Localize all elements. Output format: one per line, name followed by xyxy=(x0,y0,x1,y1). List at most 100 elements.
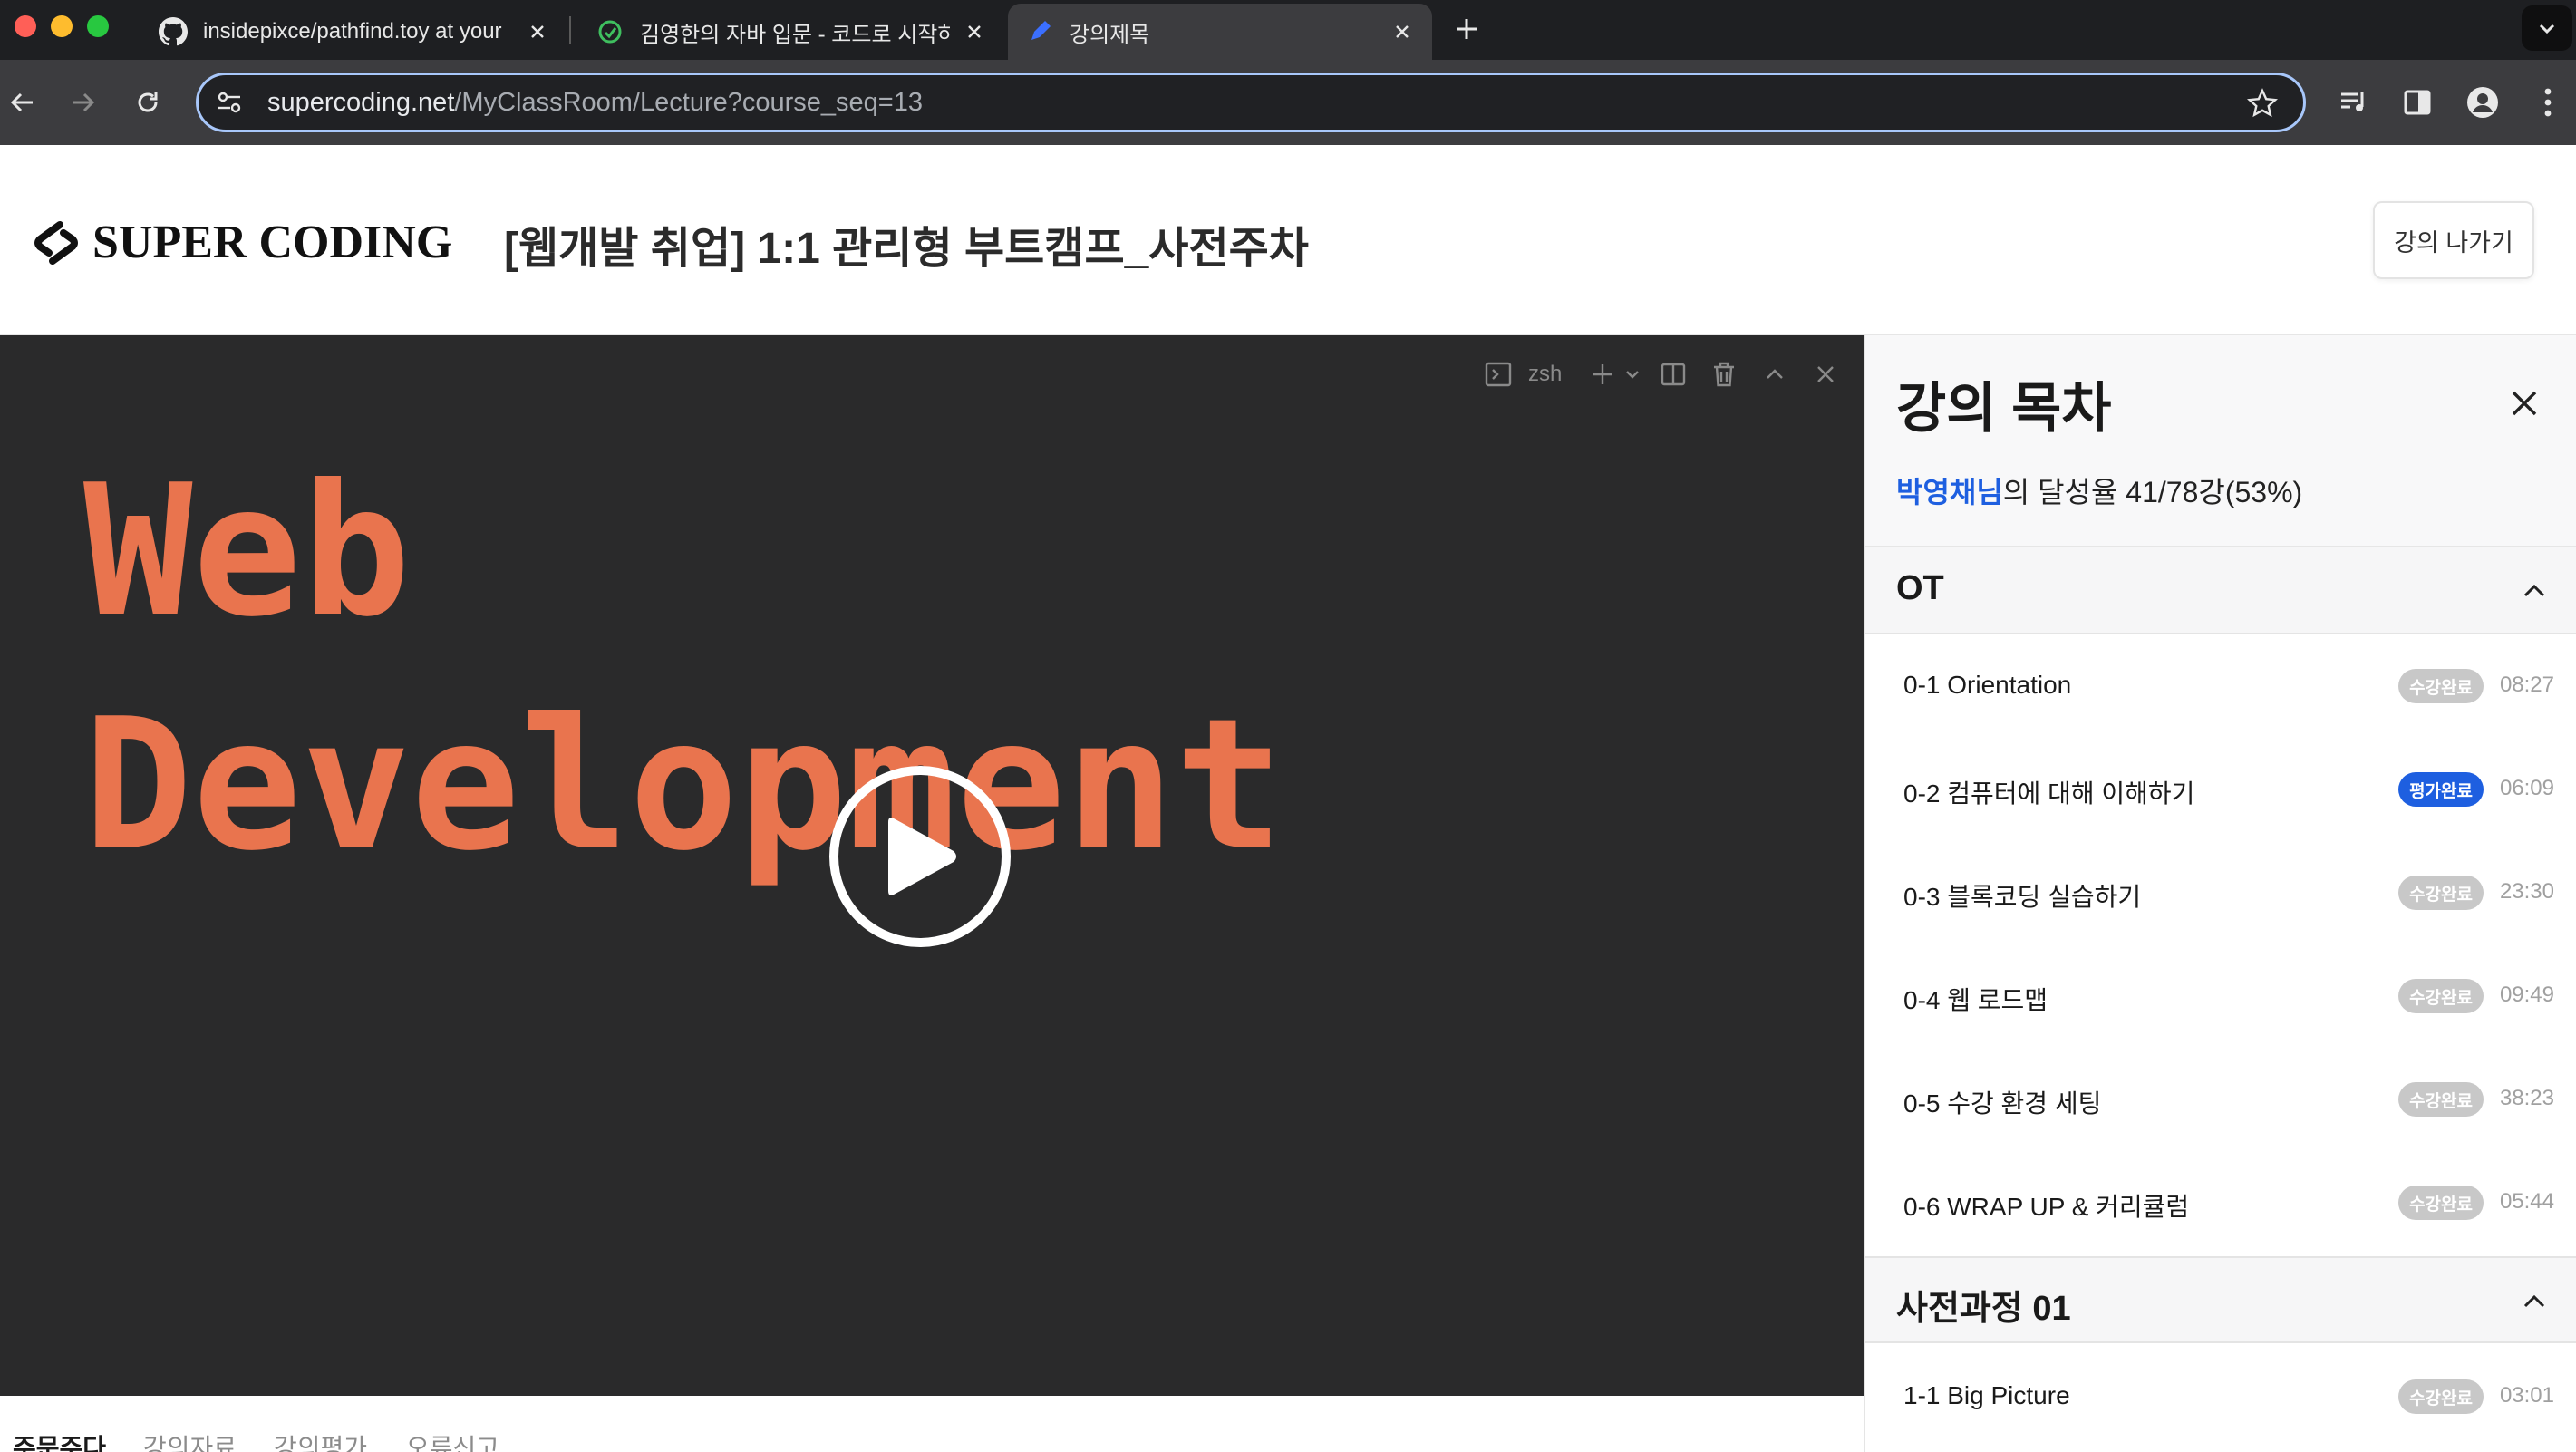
status-badge: 평가완료 xyxy=(2398,772,2484,807)
browser-tab-bar: insidepixce/pathfind.toy at your 김영한의 자바… xyxy=(0,0,2576,60)
lesson-item[interactable]: 0-5 수강 환경 세팅 수강완료 38:23 xyxy=(1865,1048,2576,1151)
status-badge: 수강완료 xyxy=(2398,876,2484,910)
browser-toolbar: supercoding.net/MyClassRoom/Lecture?cour… xyxy=(0,60,2576,145)
pen-icon xyxy=(1024,16,1055,47)
url-host: supercoding.net xyxy=(267,87,455,117)
close-icon[interactable] xyxy=(524,18,551,45)
status-badge: 수강완료 xyxy=(2398,1379,2484,1414)
inflearn-icon xyxy=(595,16,625,47)
play-button[interactable] xyxy=(829,766,1011,947)
plus-icon xyxy=(1457,19,1477,39)
profile-icon[interactable] xyxy=(2460,80,2505,125)
forward-button[interactable] xyxy=(60,80,105,125)
chevron-down-icon xyxy=(1622,353,1643,395)
address-bar[interactable]: supercoding.net/MyClassRoom/Lecture?cour… xyxy=(196,73,2306,132)
progress-value: 의 달성율 41/78강(53%) xyxy=(2002,476,2303,508)
status-badge: 수강완료 xyxy=(2398,1186,2484,1220)
page-header: SUPER CODING [웹개발 취업] 1:1 관리형 부트캠프_사전주차 … xyxy=(0,145,2576,335)
lesson-duration: 03:01 xyxy=(2499,1383,2554,1408)
lesson-name: 0-6 WRAP UP & 커리큘럼 xyxy=(1903,1193,2190,1221)
reload-icon xyxy=(138,92,158,112)
github-icon xyxy=(158,16,189,47)
close-icon xyxy=(1805,353,1846,395)
tab-title: 강의제목 xyxy=(1070,22,1150,47)
terminal-toolbar: zsh xyxy=(1477,353,1855,395)
section-header-pre-course-01[interactable]: 사전과정 01 xyxy=(1865,1256,2576,1343)
site-settings-icon[interactable] xyxy=(211,84,247,121)
tab-title: 김영한의 자바 입문 - 코드로 시작하 xyxy=(640,22,950,47)
tab-materials[interactable]: 강의자료 xyxy=(143,1428,237,1452)
tab-search-button[interactable] xyxy=(2522,5,2572,51)
status-badge: 수강완료 xyxy=(2398,979,2484,1013)
video-text-line-2: Development xyxy=(83,680,1284,891)
sidebar-title: 강의 목차 xyxy=(1896,378,2112,439)
chevron-up-icon[interactable] xyxy=(2514,1282,2554,1321)
browser-tab-github[interactable]: insidepixce/pathfind.toy at your xyxy=(141,4,567,60)
arrow-left-icon xyxy=(10,92,33,112)
lesson-item[interactable]: 0-6 WRAP UP & 커리큘럼 수강완료 05:44 xyxy=(1865,1151,2576,1254)
close-icon[interactable] xyxy=(961,18,988,45)
window-close-button[interactable] xyxy=(15,15,36,37)
browser-tab-active[interactable]: 강의제목 xyxy=(1008,4,1432,60)
lecture-bottom-tabs: 주문주다 강의자료 강의평가 오류신고 xyxy=(0,1396,1864,1452)
tab-title: insidepixce/pathfind.toy at your xyxy=(203,19,502,44)
lesson-name: 0-3 블록코딩 실습하기 xyxy=(1903,883,2142,911)
sidebar-header: 강의 목차 박영채님의 달성율 41/78강(53%) xyxy=(1865,335,2576,547)
tab-review[interactable]: 강의평가 xyxy=(274,1428,367,1452)
trash-icon xyxy=(1703,353,1745,395)
close-sidebar-button[interactable] xyxy=(2503,382,2545,424)
reload-button[interactable] xyxy=(125,80,170,125)
window-zoom-button[interactable] xyxy=(87,15,109,37)
lesson-item[interactable]: 0-1 Orientation 수강완료 08:27 xyxy=(1865,634,2576,738)
lesson-name: 0-2 컴퓨터에 대해 이해하기 xyxy=(1903,779,2195,808)
brand-name: SUPER CODING xyxy=(92,217,453,268)
lesson-name: 0-4 웹 로드맵 xyxy=(1903,986,2048,1014)
media-controls-icon[interactable] xyxy=(2331,80,2377,125)
video-player[interactable]: zsh Web Development xyxy=(0,335,1864,1396)
course-title: [웹개발 취업] 1:1 관리형 부트캠프_사전주차 xyxy=(504,225,1309,273)
side-panel-icon[interactable] xyxy=(2395,80,2440,125)
new-tab-button[interactable] xyxy=(1447,9,1487,49)
lesson-name: 0-5 수강 환경 세팅 xyxy=(1903,1089,2102,1118)
lesson-duration: 38:23 xyxy=(2499,1086,2554,1110)
lesson-item[interactable]: 1-1 Big Picture 수강완료 03:01 xyxy=(1865,1345,2576,1448)
section-title: 사전과정 01 xyxy=(1896,1290,2071,1328)
section-header-ot[interactable]: OT xyxy=(1865,547,2576,634)
progress-text: 박영채님의 달성율 41/78강(53%) xyxy=(1896,469,2302,511)
status-badge: 수강완료 xyxy=(2398,669,2484,703)
lesson-item[interactable]: 0-2 컴퓨터에 대해 이해하기 평가완료 06:09 xyxy=(1865,738,2576,841)
exit-lecture-button[interactable]: 강의 나가기 xyxy=(2373,201,2534,279)
back-button[interactable] xyxy=(0,80,45,125)
video-text-line-1: Web xyxy=(83,446,412,657)
lesson-item[interactable]: 0-3 블록코딩 실습하기 수강완료 23:30 xyxy=(1865,841,2576,944)
chevron-up-icon[interactable] xyxy=(2514,571,2554,611)
chevron-down-icon xyxy=(2539,24,2555,34)
close-icon xyxy=(2512,391,2537,416)
play-icon xyxy=(888,818,956,895)
split-icon xyxy=(1652,353,1694,395)
arrow-right-icon xyxy=(73,92,95,112)
terminal-icon xyxy=(1477,353,1519,395)
lesson-duration: 09:49 xyxy=(2499,983,2554,1007)
section-title: OT xyxy=(1896,569,1944,607)
terminal-label: zsh xyxy=(1528,362,1563,386)
super-coding-logo-icon xyxy=(34,220,78,265)
close-icon[interactable] xyxy=(1389,18,1416,45)
brand-logo[interactable]: SUPER CODING xyxy=(33,216,452,269)
lesson-name: 0-1 Orientation xyxy=(1903,671,2072,699)
tab-separator xyxy=(569,16,571,44)
chevron-up-icon xyxy=(1754,353,1796,395)
kebab-menu-icon[interactable] xyxy=(2525,80,2571,125)
user-name: 박영채님 xyxy=(1896,476,2003,508)
lesson-name: 1-1 Big Picture xyxy=(1903,1381,2070,1409)
tab-report-error[interactable]: 오류신고 xyxy=(406,1428,499,1452)
tab-qna[interactable]: 주문주다 xyxy=(13,1428,106,1452)
bookmark-star-icon[interactable] xyxy=(2245,86,2280,121)
browser-tab-inflearn[interactable]: 김영한의 자바 입문 - 코드로 시작하 xyxy=(578,4,1004,60)
plus-icon xyxy=(1582,353,1623,395)
url-path: /MyClassRoom/Lecture?course_seq=13 xyxy=(454,87,923,117)
status-badge: 수강완료 xyxy=(2398,1082,2484,1117)
window-minimize-button[interactable] xyxy=(51,15,73,37)
lecture-index-sidebar: 강의 목차 박영채님의 달성율 41/78강(53%) OT 0-1 Orien… xyxy=(1864,335,2576,1452)
lesson-item[interactable]: 0-4 웹 로드맵 수강완료 09:49 xyxy=(1865,944,2576,1048)
